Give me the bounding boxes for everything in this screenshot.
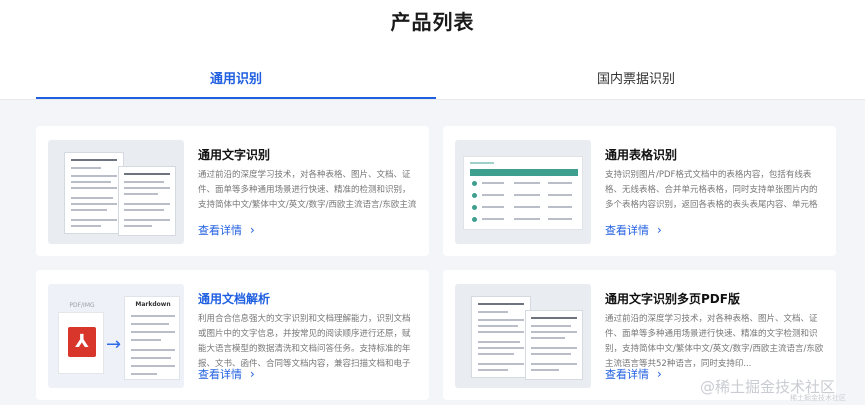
markdown-result-document: Markdown <box>124 296 180 380</box>
card-description: 通过前沿的深度学习技术，对各种表格、图片、文档、证件、面单等多种通用场景进行快速… <box>605 314 824 369</box>
view-details-label: 查看详情 <box>198 224 242 237</box>
view-details-link[interactable]: 查看详情 › <box>605 366 662 382</box>
view-details-label: 查看详情 <box>198 368 242 381</box>
card-description: 通过前沿的深度学习技术，对各种表格、图片、文档、证件、面单等多种通用场景进行快速… <box>198 170 417 210</box>
view-details-link[interactable]: 查看详情 › <box>198 222 255 238</box>
view-details-link[interactable]: 查看详情 › <box>605 222 662 238</box>
product-card-document-parsing[interactable]: PDF/IMG ⅄ → Markdown 通用文档解析 利用合合信息强大的文字识… <box>36 270 429 400</box>
general-table-thumbnail <box>455 140 591 244</box>
card-title: 通用文档解析 <box>198 292 271 306</box>
chevron-right-icon: › <box>657 223 662 237</box>
multipage-pdf-thumbnail <box>455 284 591 388</box>
card-description: 利用合合信息强大的文字识别和文档理解能力，识别文档或图片中的文字信息，并按常见的… <box>198 314 411 369</box>
pdf-source-document: ⅄ <box>58 312 104 374</box>
product-card-general-table[interactable]: 通用表格识别 支持识别图片/PDF格式文档中的表格内容，包括有线表格、无线表格、… <box>443 126 836 256</box>
document-parsing-thumbnail: PDF/IMG ⅄ → Markdown <box>48 284 184 388</box>
thumb-label-target: Markdown <box>135 301 171 308</box>
thumb-label-source: PDF/IMG <box>69 302 95 309</box>
card-title: 通用表格识别 <box>605 148 678 162</box>
general-text-thumbnail <box>48 140 184 244</box>
view-details-label: 查看详情 <box>605 224 649 237</box>
product-card-general-text[interactable]: 通用文字识别 通过前沿的深度学习技术，对各种表格、图片、文档、证件、面单等多种通… <box>36 126 429 256</box>
arrow-right-icon: → <box>106 334 122 355</box>
document-preview-result <box>525 310 583 380</box>
tab-domestic-bill-recognition[interactable]: 国内票据识别 <box>436 68 836 87</box>
card-title: 通用文字识别多页PDF版 <box>605 292 740 306</box>
view-details-link[interactable]: 查看详情 › <box>198 366 255 382</box>
watermark-sub: 稀土掘金技术社区 <box>790 394 846 402</box>
pdf-icon: ⅄ <box>68 327 96 357</box>
document-preview <box>64 152 124 234</box>
chevron-right-icon: › <box>250 223 255 237</box>
tab-bar: 通用识别 国内票据识别 <box>0 60 865 100</box>
card-description: 支持识别图片/PDF格式文档中的表格内容，包括有线表格、无线表格、合并单元格表格… <box>605 170 818 210</box>
view-details-label: 查看详情 <box>605 368 649 381</box>
document-preview-result <box>118 166 176 236</box>
card-title: 通用文字识别 <box>198 148 271 162</box>
active-tab-indicator <box>36 97 436 99</box>
chevron-right-icon: › <box>657 367 662 381</box>
page-title: 产品列表 <box>390 10 475 34</box>
table-preview <box>463 156 583 230</box>
chevron-right-icon: › <box>250 367 255 381</box>
tab-general-recognition[interactable]: 通用识别 <box>36 68 436 87</box>
document-preview <box>471 296 531 378</box>
